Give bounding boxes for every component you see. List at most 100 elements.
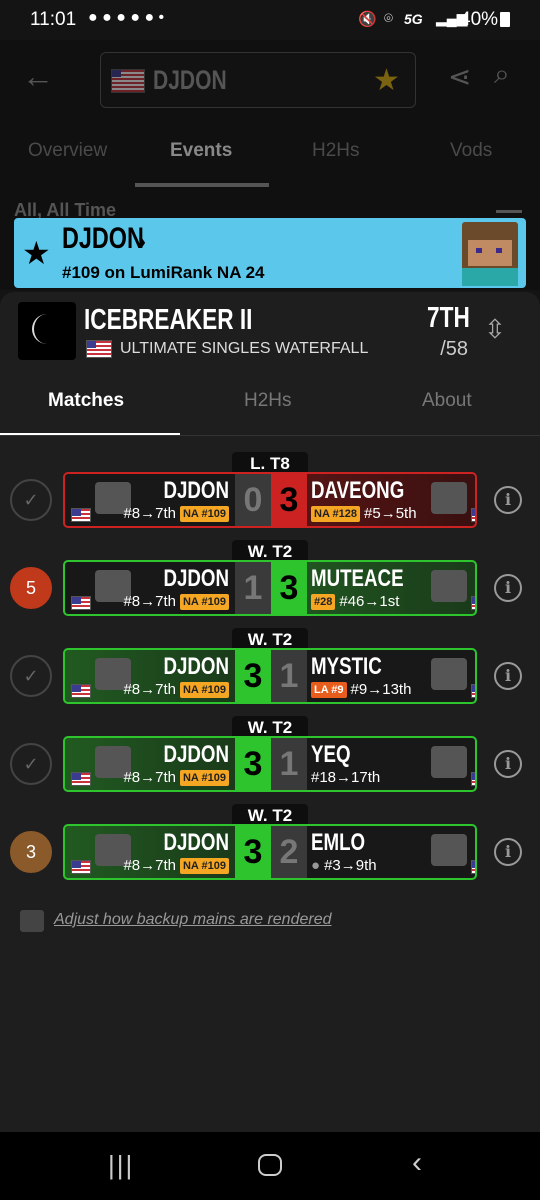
left-player-meta: #8→7th NA #109 [123, 681, 229, 698]
right-seed: #3→9th [324, 857, 377, 874]
backup-main-icon [20, 910, 44, 932]
right-player-meta: LA #9 #9→13th [311, 681, 411, 698]
match-row[interactable]: DJDON #8→7th NA #109 3 1 MYSTIC LA #9 #9→13th [63, 648, 477, 704]
info-icon[interactable]: i [494, 838, 522, 866]
search-icon[interactable]: ⌕ [494, 58, 510, 91]
info-icon[interactable]: i [494, 574, 522, 602]
top-tab-bar: Overview Events H2Hs Vods [0, 120, 540, 188]
right-score: 1 [271, 650, 307, 702]
left-seed: #8→7th [123, 593, 176, 610]
right-player-meta: #28 #46→1st [311, 593, 399, 610]
system-nav-bar: ||| ‹ [0, 1132, 540, 1200]
notification-icons: ● ● ● ● ● • [88, 9, 165, 26]
network-label: 5G [404, 11, 423, 27]
left-player-name: DJDON [163, 829, 229, 856]
info-icon[interactable]: i [494, 662, 522, 690]
left-player-meta: #8→7th NA #109 [123, 857, 229, 874]
tab-h2hs-top[interactable]: H2Hs [312, 140, 360, 162]
info-icon[interactable]: i [494, 750, 522, 778]
player-banner[interactable]: ★ DJDON › #109 on LumiRank NA 24 [14, 218, 526, 288]
match-row[interactable]: DJDON #8→7th NA #109 3 2 EMLO ● #3→9th [63, 824, 477, 880]
status-bar: 11:01 ● ● ● ● ● • 🔇 ⌾ 5G ▂▄▆ 40% [0, 0, 540, 40]
right-score: 1 [271, 738, 307, 790]
us-flag-icon [471, 772, 475, 786]
left-score: 3 [235, 826, 271, 878]
us-flag-icon [86, 340, 112, 358]
info-icon[interactable]: i [494, 486, 522, 514]
status-dot-icon: ● [311, 857, 321, 874]
us-flag-icon [471, 684, 475, 698]
status-time: 11:01 [30, 9, 77, 30]
left-player-meta: #8→7th NA #109 [123, 505, 229, 522]
check-icon: ✓ [10, 743, 52, 785]
home-icon[interactable] [258, 1154, 282, 1176]
filter-icon[interactable] [496, 210, 522, 213]
left-rank-badge: NA #109 [179, 505, 229, 522]
right-seed: #46→1st [339, 593, 400, 610]
left-score: 3 [235, 738, 271, 790]
tab-about[interactable]: About [422, 390, 472, 412]
mute-icon: 🔇 [358, 11, 377, 28]
recents-icon[interactable]: ||| [108, 1150, 134, 1181]
right-player-name: MUTEACE [311, 565, 404, 592]
us-flag-icon [71, 772, 91, 786]
left-player-name: DJDON [163, 741, 229, 768]
left-rank-badge: NA #109 [179, 593, 229, 610]
right-rank-badge: LA #9 [311, 681, 347, 698]
event-subtitle: ULTIMATE SINGLES WATERFALL [120, 340, 369, 357]
header-player-name: DJDON [153, 65, 227, 95]
tab-overview[interactable]: Overview [28, 140, 107, 162]
app-bar: ← DJDON ★ ⋖ ⌕ [0, 40, 540, 120]
left-seed: #8→7th [123, 681, 176, 698]
opponent-avatar [431, 658, 467, 690]
event-title: ICEBREAKER II [84, 304, 253, 336]
right-player-meta: NA #128 #5→5th [311, 505, 417, 522]
us-flag-icon [471, 508, 475, 522]
player-header-box[interactable]: DJDON ★ [100, 52, 416, 108]
battery-icon [500, 12, 510, 27]
match-row[interactable]: DJDON #8→7th NA #109 0 3 DAVEONG NA #128 #5→5th [63, 472, 477, 528]
entrant-count: /58 [440, 338, 468, 360]
us-flag-icon [71, 508, 91, 522]
right-rank-badge: #28 [311, 593, 336, 610]
tab-vods[interactable]: Vods [450, 140, 492, 162]
opponent-avatar [431, 482, 467, 514]
expand-icon[interactable]: ⇳ [484, 314, 506, 345]
back-icon[interactable]: ‹ [412, 1146, 422, 1180]
banner-rank-text: #109 on LumiRank NA 24 [62, 263, 265, 282]
star-badge-icon: ★ [22, 235, 51, 271]
left-player-meta: #8→7th NA #109 [123, 769, 229, 786]
event-sheet: ICEBREAKER II ULTIMATE SINGLES WATERFALL… [0, 292, 540, 1132]
star-icon[interactable]: ★ [373, 63, 400, 98]
us-flag-icon [71, 596, 91, 610]
battery-text: 40% [460, 9, 499, 30]
match-row[interactable]: DJDON #8→7th NA #109 1 3 MUTEACE #28 #46→1st [63, 560, 477, 616]
left-rank-badge: NA #109 [179, 681, 229, 698]
left-score: 3 [235, 650, 271, 702]
right-rank-badge: NA #128 [311, 505, 361, 522]
match-row[interactable]: DJDON #8→7th NA #109 3 1 YEQ #18→17th [63, 736, 477, 792]
left-seed: #8→7th [123, 857, 176, 874]
right-score: 3 [271, 562, 307, 614]
rank-indicator: 3 [10, 831, 52, 873]
left-player-name: DJDON [163, 653, 229, 680]
rank-indicator: 5 [10, 567, 52, 609]
opponent-avatar [431, 834, 467, 866]
backup-mains-link[interactable]: Adjust how backup mains are rendered [54, 911, 332, 929]
tab-indicator [135, 183, 269, 187]
event-logo [18, 302, 76, 360]
tab-events[interactable]: Events [170, 140, 232, 162]
right-player-meta: ● #3→9th [311, 857, 377, 874]
left-seed: #8→7th [123, 769, 176, 786]
left-player-meta: #8→7th NA #109 [123, 593, 229, 610]
us-flag-icon [71, 860, 91, 874]
tab-h2hs[interactable]: H2Hs [244, 390, 292, 412]
back-arrow-icon[interactable]: ← [22, 58, 54, 95]
left-score: 0 [235, 474, 271, 526]
opponent-avatar [431, 570, 467, 602]
us-flag-icon [471, 596, 475, 610]
share-icon[interactable]: ⋖ [448, 60, 471, 93]
right-player-name: EMLO [311, 829, 366, 856]
left-rank-badge: NA #109 [179, 769, 229, 786]
tab-matches[interactable]: Matches [48, 390, 124, 412]
